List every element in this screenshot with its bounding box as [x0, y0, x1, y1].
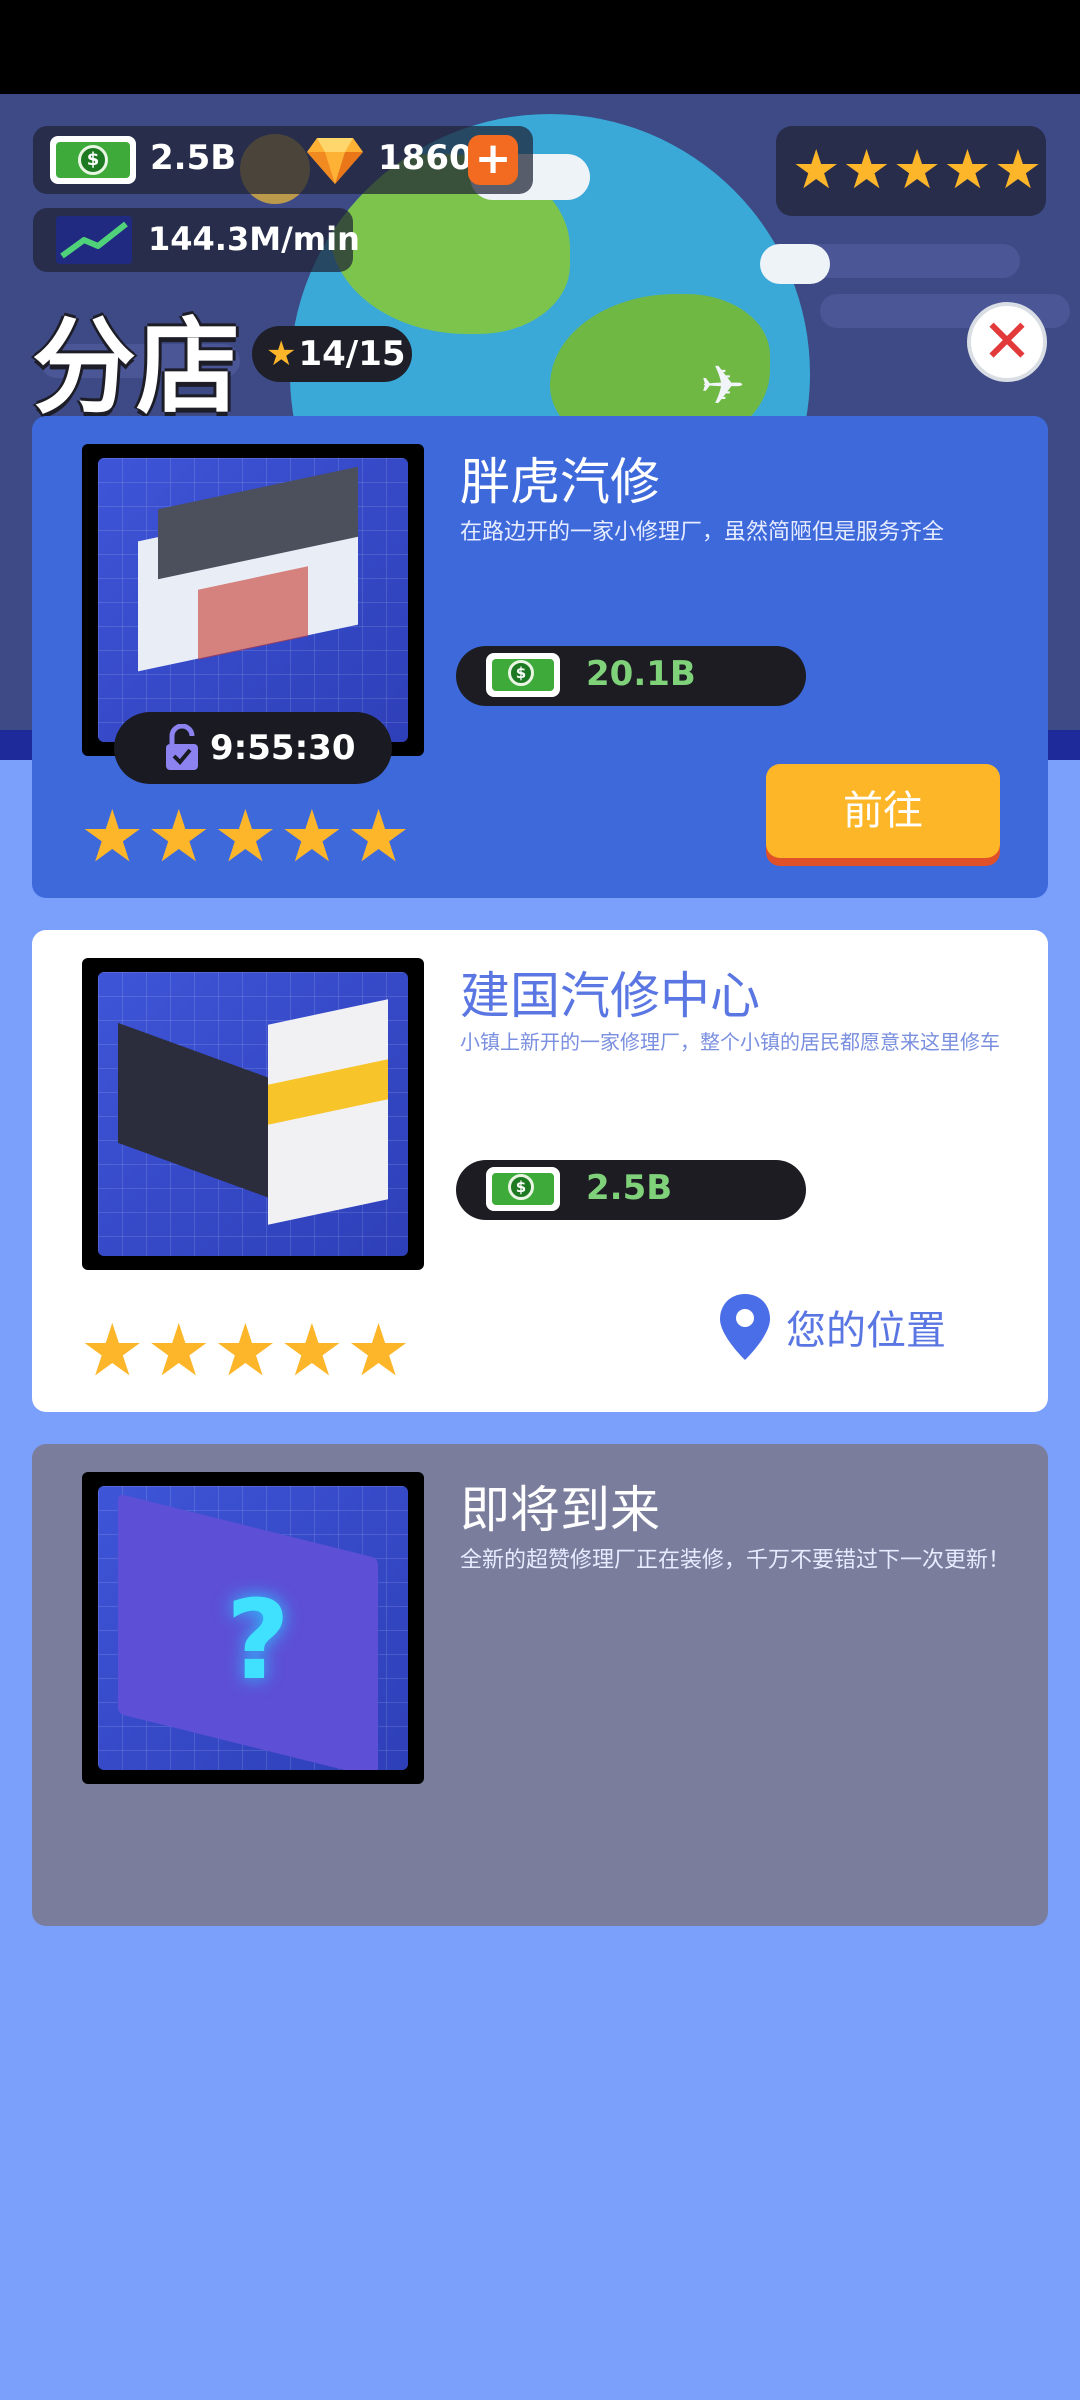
branch-stars: ★★★★★: [80, 800, 413, 872]
branch-thumbnail: ?: [82, 1472, 424, 1784]
branch-card-3: ? 即将到来 全新的超赞修理厂正在装修，千万不要错过下一次更新！: [32, 1444, 1048, 1926]
close-button[interactable]: ✕: [967, 302, 1047, 382]
branch-description: 小镇上新开的一家修理厂，整个小镇的居民都愿意来这里修车: [460, 1030, 1000, 1054]
branch-name: 建国汽修中心: [460, 967, 760, 1025]
branch-name: 胖虎汽修: [460, 453, 660, 511]
branch-price: $ 20.1B: [456, 646, 806, 706]
branch-description: 全新的超赞修理厂正在装修，千万不要错过下一次更新！: [460, 1548, 1011, 1573]
star-icon: ★: [80, 794, 147, 878]
rating-stars-panel: ★★★★★: [776, 126, 1046, 216]
star-icon: ★: [213, 794, 280, 878]
star-icon: ★: [279, 794, 347, 878]
map-pin-icon: [720, 1294, 770, 1360]
status-bar: [0, 0, 1080, 94]
branch-description: 在路边开的一家小修理厂，虽然简陋但是服务齐全: [460, 520, 945, 545]
star-icon: ★: [892, 138, 944, 201]
diamond-icon: [307, 138, 363, 184]
gem-amount: 1860: [378, 138, 473, 178]
question-mark-icon: ?: [226, 1576, 290, 1704]
star-icon: ★: [266, 334, 297, 374]
price-text: 2.5B: [586, 1168, 673, 1208]
branch-progress: 14/15: [298, 334, 406, 374]
branch-thumbnail: [82, 444, 424, 756]
star-icon: ★: [213, 1308, 280, 1392]
cash-bill-icon: $: [486, 1167, 560, 1211]
price-text: 20.1B: [586, 654, 696, 694]
income-rate: 144.3M/min: [148, 220, 360, 258]
go-button[interactable]: 前往: [766, 764, 1000, 858]
unlock-icon: [166, 724, 198, 770]
branch-name: 即将到来: [460, 1481, 660, 1539]
branch-card-2: ★★★★★ 建国汽修中心 小镇上新开的一家修理厂，整个小镇的居民都愿意来这里修车…: [32, 930, 1048, 1412]
star-icon: ★: [346, 794, 413, 878]
star-icon: ★: [993, 138, 1045, 201]
trend-chart-icon: [56, 216, 132, 264]
star-icon: ★: [842, 138, 893, 201]
cash-bill-icon: $: [50, 136, 136, 184]
star-icon: ★: [792, 138, 843, 201]
star-icon: ★: [279, 1308, 347, 1392]
star-icon: ★: [346, 1308, 413, 1392]
page-title: 分店: [32, 306, 241, 428]
branch-thumbnail: [82, 958, 424, 1270]
branch-progress-badge: ★14/15: [252, 326, 412, 382]
cash-amount: 2.5B: [150, 138, 237, 178]
star-icon: ★: [80, 1308, 147, 1392]
unlock-timer: 9:55:30: [114, 712, 392, 784]
location-label: 您的位置: [786, 1308, 946, 1354]
cash-bill-icon: $: [486, 653, 560, 697]
branch-stars: ★★★★★: [80, 1314, 413, 1386]
star-icon: ★: [146, 794, 214, 878]
add-gems-button[interactable]: +: [468, 135, 518, 185]
star-icon: ★: [943, 138, 994, 201]
branch-price: $ 2.5B: [456, 1160, 806, 1220]
star-icon: ★: [146, 1308, 214, 1392]
branch-card-1: 9:55:30 ★★★★★ 胖虎汽修 在路边开的一家小修理厂，虽然简陋但是服务齐…: [32, 416, 1048, 898]
timer-text: 9:55:30: [210, 728, 356, 768]
